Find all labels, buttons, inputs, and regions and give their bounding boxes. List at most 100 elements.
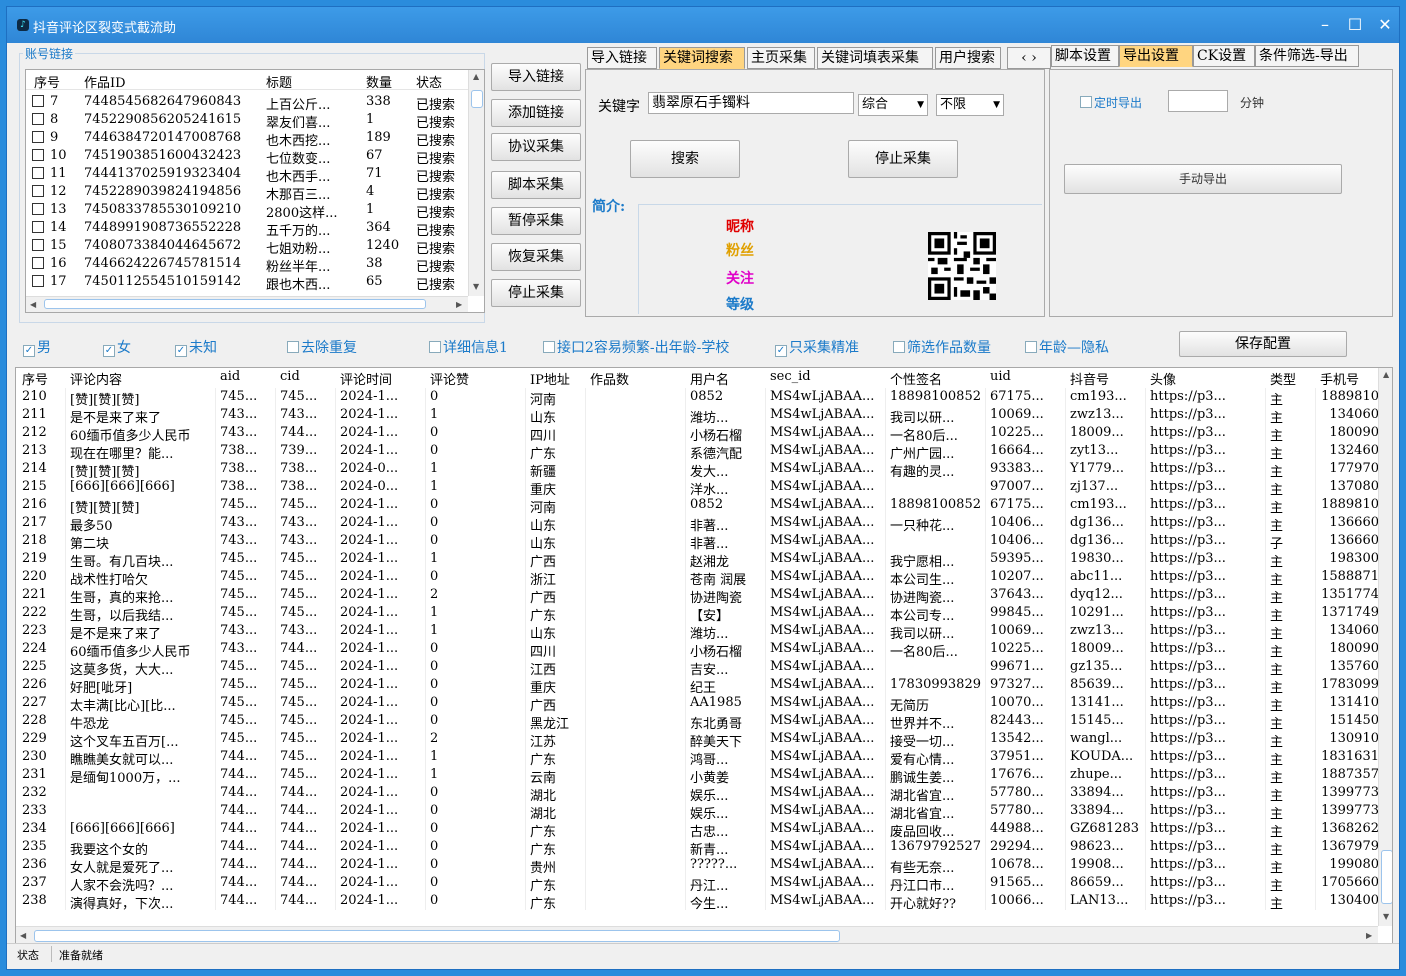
range-select[interactable]: 不限 ▼ <box>936 94 1004 116</box>
grid-col-header[interactable]: 评论赞 <box>430 369 526 388</box>
side-button[interactable]: 恢复采集 <box>491 243 581 271</box>
account-row[interactable]: 7 7448545682647960843 上百公斤... 338 已搜索 <box>26 92 470 113</box>
row-checkbox[interactable] <box>32 131 44 143</box>
grid-row[interactable]: 217 最多50 743... 743... 2024-1... 0 山东 非著... MS4w… <box>16 514 1380 532</box>
side-button[interactable]: 添加链接 <box>491 99 581 127</box>
filter-checkbox[interactable]: ✓ 男 <box>23 337 51 357</box>
account-hscroll[interactable]: ◀ ▶ <box>26 296 468 312</box>
account-row[interactable]: 17 7450112554510159142 跟也木西... 65 已搜索 <box>26 272 470 293</box>
filter-checkbox[interactable]: ✓ 女 <box>103 337 131 357</box>
row-checkbox[interactable] <box>32 257 44 269</box>
settings-tab[interactable]: 条件筛选-导出 <box>1255 45 1359 67</box>
grid-row[interactable]: 213 现在在哪里？能... 738... 739... 2024-1... 0 广东 系德汽… <box>16 442 1380 460</box>
grid-row[interactable]: 215 [666][666][666] 738... 738... 2024-0... 1… <box>16 478 1380 496</box>
grid-row[interactable]: 228 牛恐龙 745... 745... 2024-1... 0 黑龙江 东北勇哥 MS4wL… <box>16 712 1380 730</box>
side-button[interactable]: 停止采集 <box>491 279 581 307</box>
grid-col-header[interactable]: uid <box>990 369 1066 384</box>
filter-checkbox[interactable]: 接口2容易频繁-出年龄-学校 <box>543 337 729 357</box>
grid-col-header[interactable]: 抖音号 <box>1070 369 1146 388</box>
grid-row[interactable]: 222 生哥，以后我结... 745... 745... 2024-1... 1 广东 【安】… <box>16 604 1380 622</box>
grid-row[interactable]: 237 人家不会洗吗？... 744... 744... 2024-1... 0 广东 丹江.… <box>16 874 1380 892</box>
row-checkbox[interactable] <box>32 95 44 107</box>
account-row[interactable]: 11 7444137025919323404 也木西手... 71 已搜索 <box>26 164 470 185</box>
account-table[interactable]: 序号 作品ID 标题 数量 状态 7 7448545682647960843 上百公斤...… <box>25 69 485 313</box>
row-checkbox[interactable] <box>32 185 44 197</box>
grid-col-header[interactable]: 用户名 <box>690 369 766 388</box>
search-tab[interactable]: 关键词搜索 <box>659 47 745 69</box>
minutes-input[interactable] <box>1168 90 1228 112</box>
account-col-header[interactable]: 数量 <box>366 72 414 91</box>
grid-col-header[interactable]: 作品数 <box>590 369 686 388</box>
account-row[interactable]: 12 7452289039824194856 木那百三... 4 已搜索 <box>26 182 470 203</box>
minimize-button[interactable]: – <box>1311 13 1339 37</box>
account-row[interactable]: 13 7450833785530109210 2800这样... 1 已搜索 <box>26 200 470 221</box>
row-checkbox[interactable] <box>32 113 44 125</box>
account-row[interactable]: 9 7446384720147008768 也木西挖... 189 已搜索 <box>26 128 470 149</box>
grid-row[interactable]: 227 太丰满[比心][比... 745... 745... 2024-1... 0 广西 A… <box>16 694 1380 712</box>
save-config-button[interactable]: 保存配置 <box>1179 331 1347 357</box>
side-button[interactable]: 导入链接 <box>491 63 581 91</box>
search-tab[interactable]: 用户搜索 <box>935 47 1001 69</box>
row-checkbox[interactable] <box>32 221 44 233</box>
account-row[interactable]: 16 7446624226745781514 粉丝半年... 38 已搜索 <box>26 254 470 275</box>
filter-checkbox[interactable]: ✓ 只采集精准 <box>775 337 859 357</box>
keyword-input[interactable]: 翡翠原石手镯料 <box>648 92 854 114</box>
filter-checkbox[interactable]: 去除重复 <box>287 337 357 357</box>
account-row[interactable]: 15 7408073384044645672 七姐劝粉... 1240 已搜索 <box>26 236 470 257</box>
account-row[interactable]: 10 7451903851600432423 七位数变... 67 已搜索 <box>26 146 470 167</box>
grid-row[interactable]: 220 战术性打哈欠 745... 745... 2024-1... 0 浙江 苍南 润展 MS… <box>16 568 1380 586</box>
search-tab[interactable]: 导入链接 <box>587 47 657 69</box>
side-button[interactable]: 暂停采集 <box>491 207 581 235</box>
settings-tab[interactable]: 导出设置 <box>1119 45 1193 67</box>
grid-col-header[interactable]: 类型 <box>1270 369 1316 388</box>
grid-col-header[interactable]: 序号 <box>22 369 66 388</box>
search-tab[interactable]: 关键词填表采集 <box>817 47 933 69</box>
search-button[interactable]: 搜索 <box>630 140 740 178</box>
grid-row[interactable]: 225 这莫多货，大大... 745... 745... 2024-1... 0 江西 吉安.… <box>16 658 1380 676</box>
grid-row[interactable]: 234 [666][666][666] 744... 744... 2024-1... 0… <box>16 820 1380 838</box>
grid-row[interactable]: 231 是缅甸1000万，... 744... 745... 2024-1... 1 云南 小… <box>16 766 1380 784</box>
grid-vscroll[interactable]: ▲ ▼ <box>1378 368 1392 926</box>
grid-row[interactable]: 224 60缅币值多少人民币 743... 744... 2024-1... 0 四川 小杨石… <box>16 640 1380 658</box>
grid-col-header[interactable]: 头像 <box>1150 369 1266 388</box>
account-vscroll[interactable]: ▲ ▼ <box>468 70 484 296</box>
grid-row[interactable]: 235 我要这个女的 744... 744... 2024-1... 0 广东 新青... MS… <box>16 838 1380 856</box>
sort-select[interactable]: 综合 ▼ <box>858 94 928 116</box>
search-tab[interactable]: 主页采集 <box>747 47 815 69</box>
grid-row[interactable]: 221 生哥，真的来抢... 745... 745... 2024-1... 2 广西 协进陶… <box>16 586 1380 604</box>
filter-checkbox[interactable]: ✓ 未知 <box>175 337 217 357</box>
grid-row[interactable]: 212 60缅币值多少人民币 743... 744... 2024-1... 0 四川 小杨石… <box>16 424 1380 442</box>
grid-row[interactable]: 238 演得真好，下次... 744... 744... 2024-1... 0 广东 今生.… <box>16 892 1380 910</box>
grid-row[interactable]: 226 好肥[呲牙] 745... 745... 2024-1... 0 重庆 纪王 MS4wL… <box>16 676 1380 694</box>
side-button[interactable]: 协议采集 <box>491 133 581 161</box>
settings-tab[interactable]: CK设置 <box>1193 45 1255 67</box>
row-checkbox[interactable] <box>32 275 44 287</box>
account-col-header[interactable]: 序号 <box>34 72 82 91</box>
grid-row[interactable]: 223 是不是来了来了 743... 743... 2024-1... 1 山东 潍坊... M… <box>16 622 1380 640</box>
settings-tab[interactable]: 脚本设置 <box>1051 45 1119 67</box>
maximize-button[interactable]: ☐ <box>1341 13 1369 37</box>
grid-col-header[interactable]: 个性签名 <box>890 369 986 388</box>
grid-hscroll[interactable]: ◀ ▶ <box>16 926 1378 944</box>
grid-col-header[interactable]: sec_id <box>770 369 886 384</box>
account-row[interactable]: 14 7448991908736552228 五千万的... 364 已搜索 <box>26 218 470 239</box>
grid-row[interactable]: 232 744... 744... 2024-1... 0 湖北 娱乐... MS4wLjAB… <box>16 784 1380 802</box>
row-checkbox[interactable] <box>32 239 44 251</box>
grid-col-header[interactable]: 评论内容 <box>70 369 216 388</box>
filter-checkbox[interactable]: 详细信息1 <box>429 337 508 357</box>
row-checkbox[interactable] <box>32 149 44 161</box>
filter-checkbox[interactable]: 年龄—隐私 <box>1025 337 1109 357</box>
row-checkbox[interactable] <box>32 167 44 179</box>
close-button[interactable]: ✕ <box>1371 13 1399 37</box>
grid-col-header[interactable]: aid <box>220 369 276 384</box>
account-col-header[interactable]: 标题 <box>266 72 364 91</box>
stop-collect-button[interactable]: 停止采集 <box>848 140 958 178</box>
grid-col-header[interactable]: 手机号 <box>1320 369 1380 388</box>
grid-row[interactable]: 233 744... 744... 2024-1... 0 湖北 娱乐... MS4wLjAB… <box>16 802 1380 820</box>
grid-col-header[interactable]: IP地址 <box>530 369 586 388</box>
grid-row[interactable]: 229 这个叉车五百万[... 745... 745... 2024-1... 2 江苏 醉美… <box>16 730 1380 748</box>
grid-row[interactable]: 210 [赞][赞][赞] 745... 745... 2024-1... 0 河南 0852… <box>16 388 1380 406</box>
grid-row[interactable]: 230 瞧瞧美女就可以... 744... 745... 2024-1... 1 广东 鸿哥.… <box>16 748 1380 766</box>
grid-col-header[interactable]: cid <box>280 369 336 384</box>
grid-row[interactable]: 216 [赞][赞][赞] 745... 745... 2024-1... 0 河南 0852… <box>16 496 1380 514</box>
